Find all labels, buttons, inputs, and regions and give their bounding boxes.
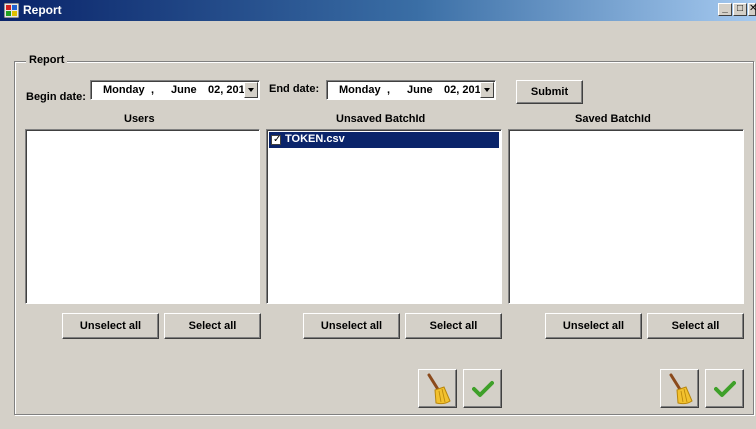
users-title: Users	[124, 113, 155, 125]
checkmark-icon	[713, 380, 736, 397]
unsaved-confirm-button[interactable]	[463, 369, 502, 408]
end-date-dropdown-icon[interactable]	[480, 82, 494, 98]
saved-confirm-button[interactable]	[705, 369, 744, 408]
submit-button[interactable]: Submit	[516, 80, 583, 104]
users-listbox[interactable]	[25, 129, 260, 304]
title-bar[interactable]: Report _ □ ✕	[0, 0, 756, 21]
unsaved-select-all-label: Select all	[429, 320, 478, 332]
window-title: Report	[23, 3, 62, 17]
unsaved-select-all-button[interactable]: Select all	[405, 313, 502, 339]
broom-icon	[669, 373, 693, 404]
users-unselect-all-label: Unselect all	[79, 320, 142, 332]
unsaved-unselect-all-button[interactable]: Unselect all	[303, 313, 400, 339]
saved-clear-button[interactable]	[660, 369, 699, 408]
users-unselect-all-button[interactable]: Unselect all	[62, 313, 159, 339]
saved-select-all-button[interactable]: Select all	[647, 313, 744, 339]
close-button[interactable]: ✕	[748, 3, 756, 16]
saved-unselect-all-button[interactable]: Unselect all	[545, 313, 642, 339]
item-checkbox[interactable]: ✓	[271, 134, 282, 145]
saved-batchid-title: Saved BatchId	[575, 113, 651, 125]
unsaved-clear-button[interactable]	[418, 369, 457, 408]
begin-date-label: Begin date:	[26, 91, 86, 103]
end-date-picker[interactable]: Monday , June 02, 201	[326, 80, 496, 100]
list-item[interactable]: ✓ TOKEN.csv	[269, 132, 499, 148]
item-label: TOKEN.csv	[285, 133, 345, 145]
app-icon	[4, 3, 19, 18]
begin-sep: ,	[151, 84, 155, 96]
unsaved-unselect-all-label: Unselect all	[320, 320, 383, 332]
groupbox-title: Report	[26, 54, 68, 66]
end-month: June	[407, 84, 433, 96]
begin-month: June	[171, 84, 197, 96]
broom-icon	[427, 373, 451, 404]
end-day: Monday	[339, 84, 381, 96]
begin-day: Monday	[103, 84, 145, 96]
restore-button[interactable]: □	[733, 3, 747, 16]
saved-batchid-listbox[interactable]	[508, 129, 744, 304]
saved-unselect-all-label: Unselect all	[562, 320, 625, 332]
checkmark-icon	[471, 380, 494, 397]
users-select-all-label: Select all	[188, 320, 237, 332]
users-select-all-button[interactable]: Select all	[164, 313, 261, 339]
begin-date-dropdown-icon[interactable]	[244, 82, 258, 98]
end-date: 02, 201	[444, 84, 481, 96]
saved-select-all-label: Select all	[671, 320, 720, 332]
end-sep: ,	[387, 84, 391, 96]
submit-button-label: Submit	[530, 86, 569, 98]
checkbox-check-icon: ✓	[273, 134, 282, 145]
begin-date: 02, 201	[208, 84, 245, 96]
report-window: Report _ □ ✕ Report Begin date: Monday ,…	[0, 0, 756, 429]
end-date-label: End date:	[269, 83, 320, 95]
unsaved-batchid-listbox[interactable]: ✓ TOKEN.csv	[266, 129, 502, 304]
unsaved-batchid-title: Unsaved BatchId	[336, 113, 426, 125]
minimize-button[interactable]: _	[718, 3, 732, 16]
begin-date-picker[interactable]: Monday , June 02, 201	[90, 80, 260, 100]
